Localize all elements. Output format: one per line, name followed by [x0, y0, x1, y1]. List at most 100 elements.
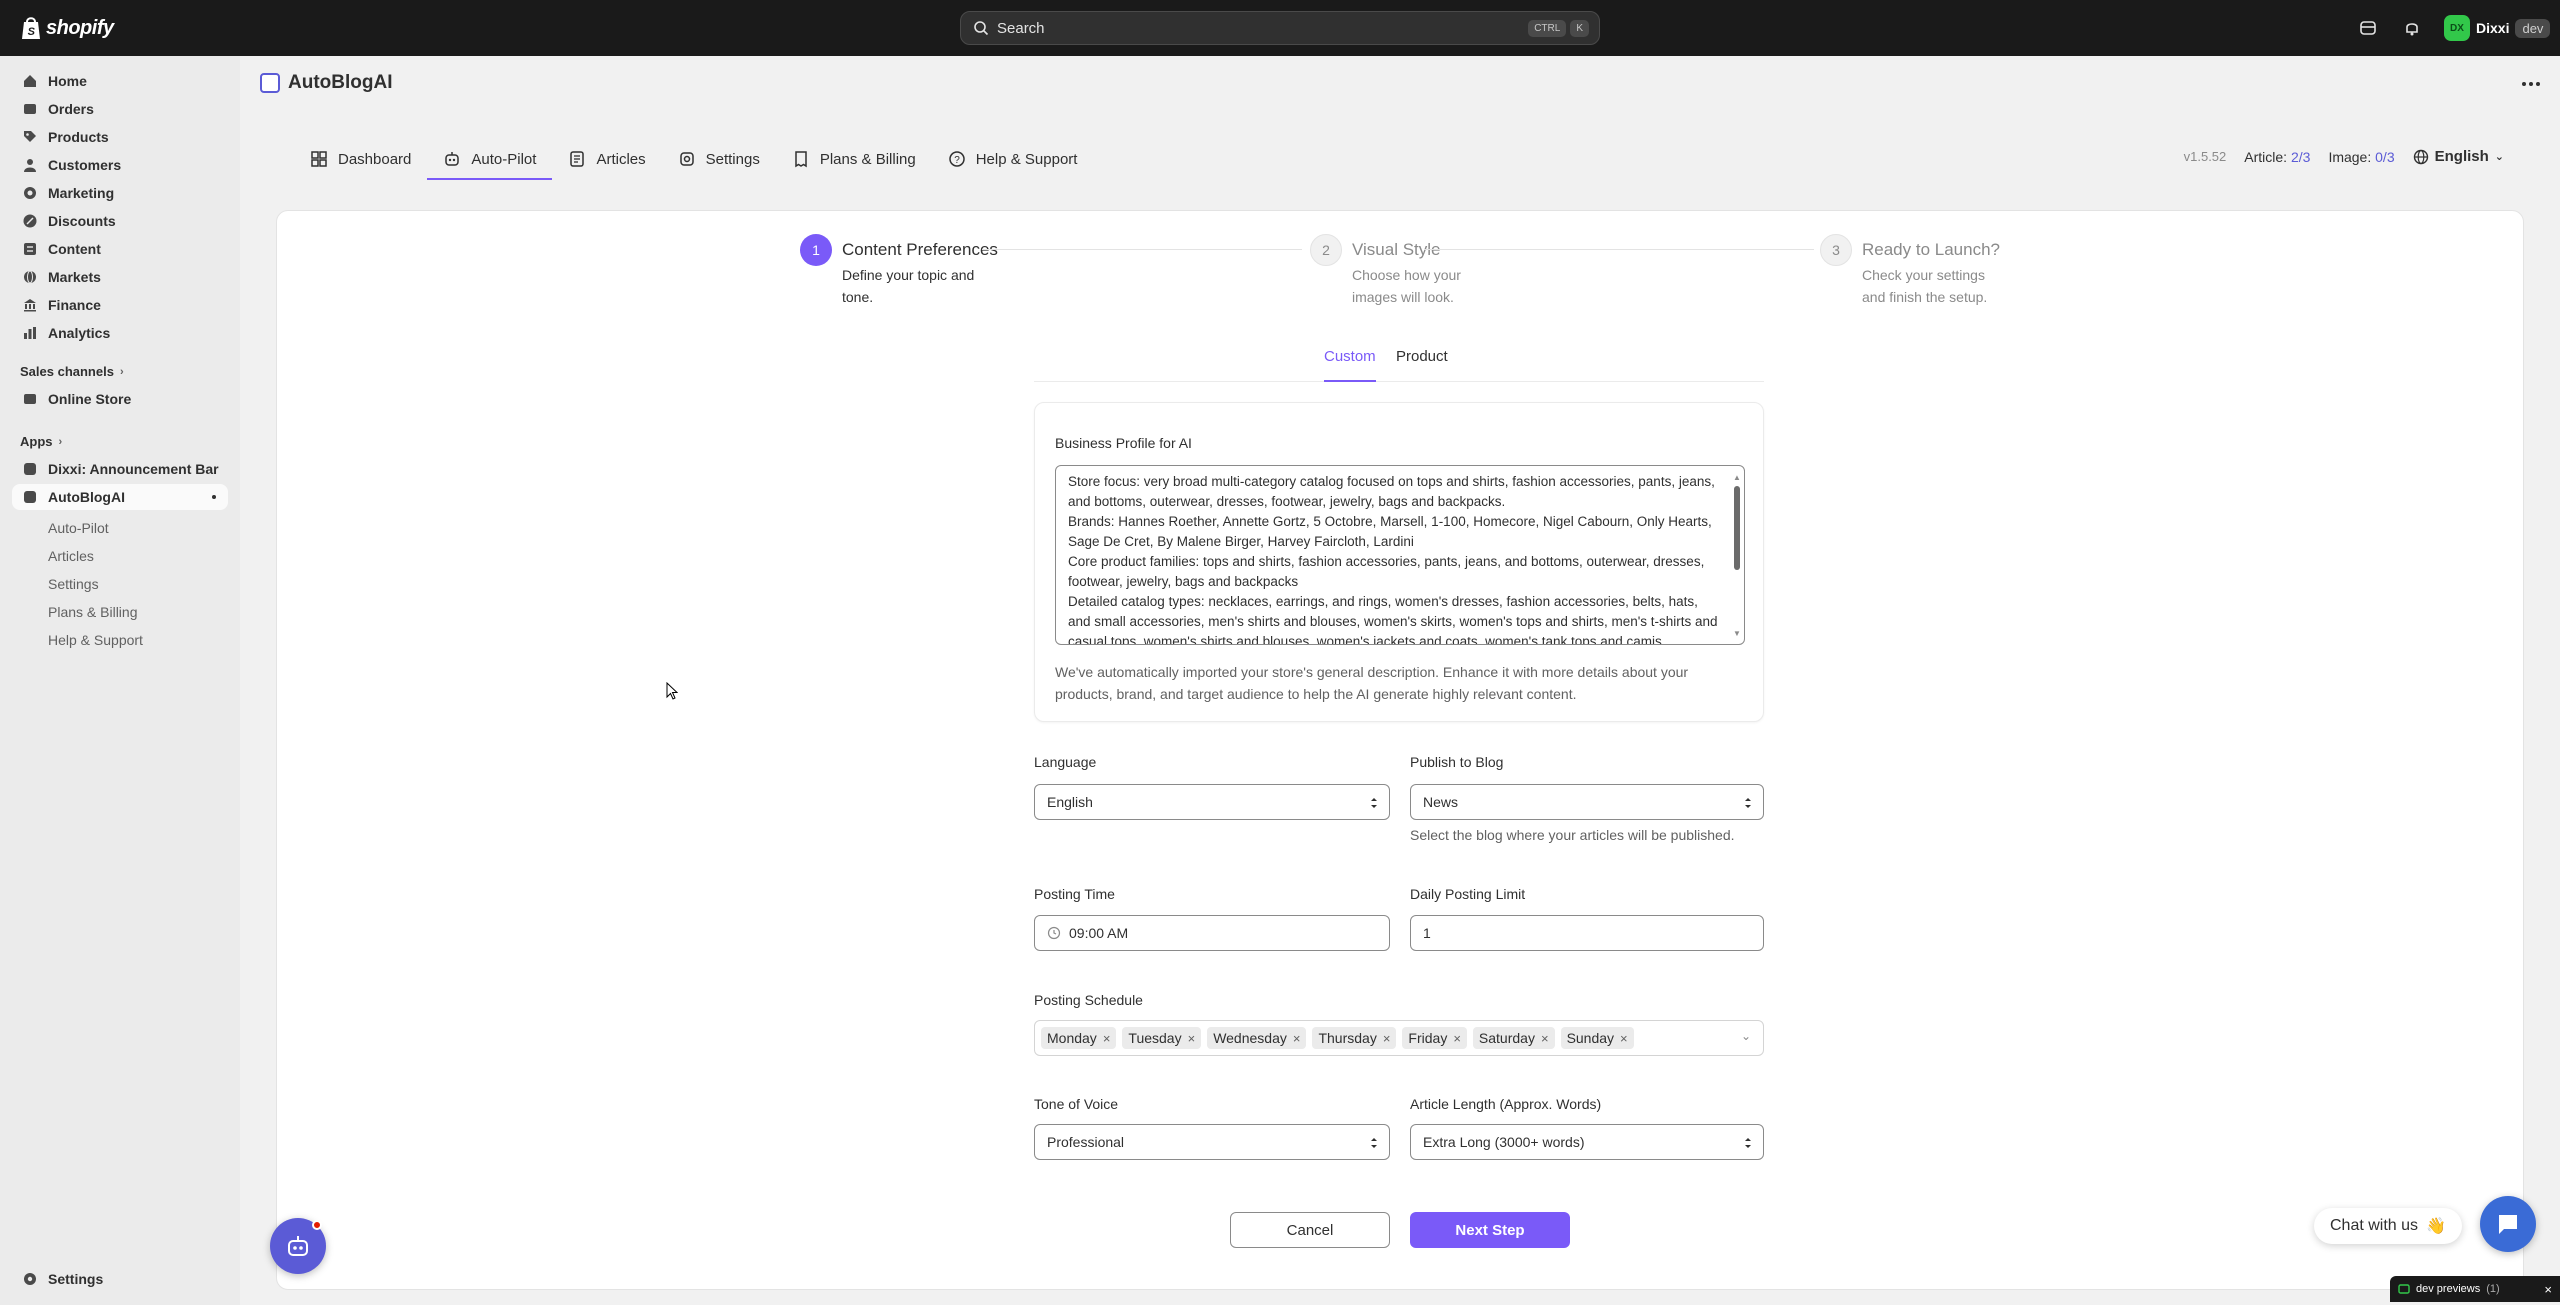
close-icon[interactable]: × [1383, 1031, 1391, 1046]
step-number: 3 [1820, 234, 1852, 266]
scrollbar-thumb[interactable] [1734, 486, 1740, 570]
chat-button[interactable] [2480, 1196, 2536, 1252]
sidebar-item-analytics[interactable]: Analytics [12, 320, 228, 346]
blog-select[interactable]: News [1410, 784, 1764, 820]
close-icon[interactable]: × [1453, 1031, 1461, 1046]
textarea-scrollbar[interactable]: ▲ ▼ [1732, 472, 1742, 640]
sales-channels-heading[interactable]: Sales channels › [20, 364, 124, 379]
sidebar-item-announcement-bar[interactable]: Dixxi: Announcement Bar [12, 456, 228, 482]
image-usage: Image: 0/3 [2328, 149, 2394, 165]
tag-icon [24, 131, 36, 142]
sidebar-sub-articles[interactable]: Articles [48, 548, 94, 564]
sidebar-item-label: Finance [48, 297, 101, 313]
search-input[interactable]: Search CTRL K [960, 11, 1600, 45]
article-icon [570, 151, 585, 167]
home-icon [24, 75, 36, 87]
sidebar-item-autoblogai[interactable]: AutoBlogAI [12, 484, 228, 510]
tab-autopilot[interactable]: Auto-Pilot [427, 140, 553, 180]
daily-limit-input[interactable]: 1 [1410, 915, 1764, 951]
language-switcher[interactable]: English ⌄ [2413, 148, 2504, 165]
sidebar-item-marketing[interactable]: Marketing [12, 180, 228, 206]
chevron-down-icon[interactable]: ⌄ [1741, 1029, 1751, 1043]
sidebar-item-content[interactable]: Content [12, 236, 228, 262]
robot-icon [445, 152, 460, 166]
sidebar-item-orders[interactable]: Orders [12, 96, 228, 122]
sidebar-item-finance[interactable]: Finance [12, 292, 228, 318]
day-chip-label: Saturday [1478, 1030, 1535, 1046]
chat-icon [2499, 1215, 2517, 1234]
chat-with-us-pill[interactable]: Chat with us 👋 [2314, 1208, 2462, 1244]
step-desc: Check your settings and finish the setup… [1862, 267, 1988, 305]
top-bar: S shopify Search CTRL K DX Dixxi dev [0, 0, 2560, 56]
step-title: Content Preferences [842, 240, 998, 259]
language-select[interactable]: English [1034, 784, 1390, 820]
posting-schedule-multiselect[interactable]: Monday × Tuesday × Wednesday × Thursday × Fr… [1034, 1020, 1764, 1056]
sidebar-sub-help[interactable]: Help & Support [48, 632, 143, 648]
search-placeholder: Search [997, 19, 1045, 37]
tab-custom[interactable]: Custom [1324, 346, 1376, 382]
bell-icon[interactable] [2402, 18, 2422, 38]
close-icon[interactable]: × [1293, 1031, 1301, 1046]
sidebar-item-online-store[interactable]: Online Store [12, 386, 228, 412]
day-chip: Sunday × [1560, 1027, 1634, 1049]
sidebar-sub-settings[interactable]: Settings [48, 576, 99, 592]
tab-dashboard[interactable]: Dashboard [294, 140, 427, 178]
close-icon[interactable]: × [1620, 1031, 1628, 1046]
apps-heading[interactable]: Apps › [20, 434, 62, 449]
tab-label: Settings [705, 150, 760, 168]
tab-label: Auto-Pilot [471, 150, 537, 168]
length-select[interactable]: Extra Long (3000+ words) [1410, 1124, 1764, 1160]
sidebar-item-settings[interactable]: Settings [12, 1266, 228, 1292]
person-icon [24, 159, 36, 172]
close-icon[interactable]: × [1103, 1031, 1111, 1046]
posting-time-input[interactable]: 09:00 AM [1034, 915, 1390, 951]
tab-articles[interactable]: Articles [552, 140, 661, 178]
tab-label: Articles [596, 150, 646, 168]
sidebar-item-markets[interactable]: Markets [12, 264, 228, 290]
tab-product[interactable]: Product [1396, 346, 1448, 382]
day-chip-label: Friday [1408, 1030, 1448, 1046]
sidebar-item-label: Discounts [48, 213, 116, 229]
more-options-icon[interactable] [2522, 82, 2540, 86]
sidebar-item-label: Settings [48, 1271, 104, 1287]
store-menu[interactable]: DX Dixxi dev [2444, 15, 2551, 41]
day-chip-label: Sunday [1566, 1030, 1615, 1046]
business-profile-textarea[interactable]: Store focus: very broad multi-category c… [1055, 465, 1745, 645]
shopify-logo[interactable]: S shopify [20, 14, 114, 42]
chevron-down-icon: ⌄ [2494, 151, 2504, 163]
sidebar-item-discounts[interactable]: Discounts [12, 208, 228, 234]
day-chip: Monday × [1041, 1027, 1117, 1049]
blog-select-value: News [1423, 794, 1459, 810]
close-icon[interactable]: × [2544, 1282, 2552, 1297]
chart-icon [24, 327, 36, 339]
wave-emoji: 👋 [2426, 1218, 2446, 1235]
sidebar-sub-autopilot[interactable]: Auto-Pilot [48, 520, 109, 536]
close-icon[interactable]: × [1188, 1031, 1196, 1046]
cancel-button[interactable]: Cancel [1230, 1212, 1390, 1248]
sidebar-item-products[interactable]: Products [12, 124, 228, 150]
step-ready-to-launch: 3 Ready to Launch? Check your settings an… [1820, 234, 2012, 308]
day-chip: Thursday × [1312, 1027, 1397, 1049]
sidebar-item-label: Orders [48, 101, 94, 117]
mouse-cursor-icon [666, 682, 678, 700]
sidebar-sub-plans[interactable]: Plans & Billing [48, 604, 138, 620]
close-icon[interactable]: × [1541, 1031, 1549, 1046]
chat-label: Chat with us [2330, 1217, 2419, 1234]
tab-plans-billing[interactable]: Plans & Billing [776, 140, 932, 178]
next-step-button[interactable]: Next Step [1410, 1212, 1570, 1248]
business-profile-text: Store focus: very broad multi-category c… [1068, 474, 1718, 645]
sidebar-item-home[interactable]: Home [12, 68, 228, 94]
scroll-down-icon: ▼ [1733, 629, 1741, 638]
dev-previews-count: (1) [2486, 1283, 2500, 1295]
length-label: Article Length (Approx. Words) [1410, 1096, 1602, 1112]
day-chip-label: Tuesday [1128, 1030, 1182, 1046]
store-icon[interactable] [2358, 18, 2378, 38]
ai-assistant-button[interactable] [270, 1218, 326, 1274]
sidebar-item-label: Online Store [48, 391, 132, 407]
sidebar-item-customers[interactable]: Customers [12, 152, 228, 178]
tab-settings[interactable]: Settings [662, 140, 776, 178]
tone-select[interactable]: Professional [1034, 1124, 1390, 1160]
dev-previews-bar[interactable]: dev previews (1) × [2390, 1276, 2560, 1302]
tab-help-support[interactable]: ? Help & Support [932, 140, 1094, 178]
pin-icon[interactable] [212, 495, 216, 499]
